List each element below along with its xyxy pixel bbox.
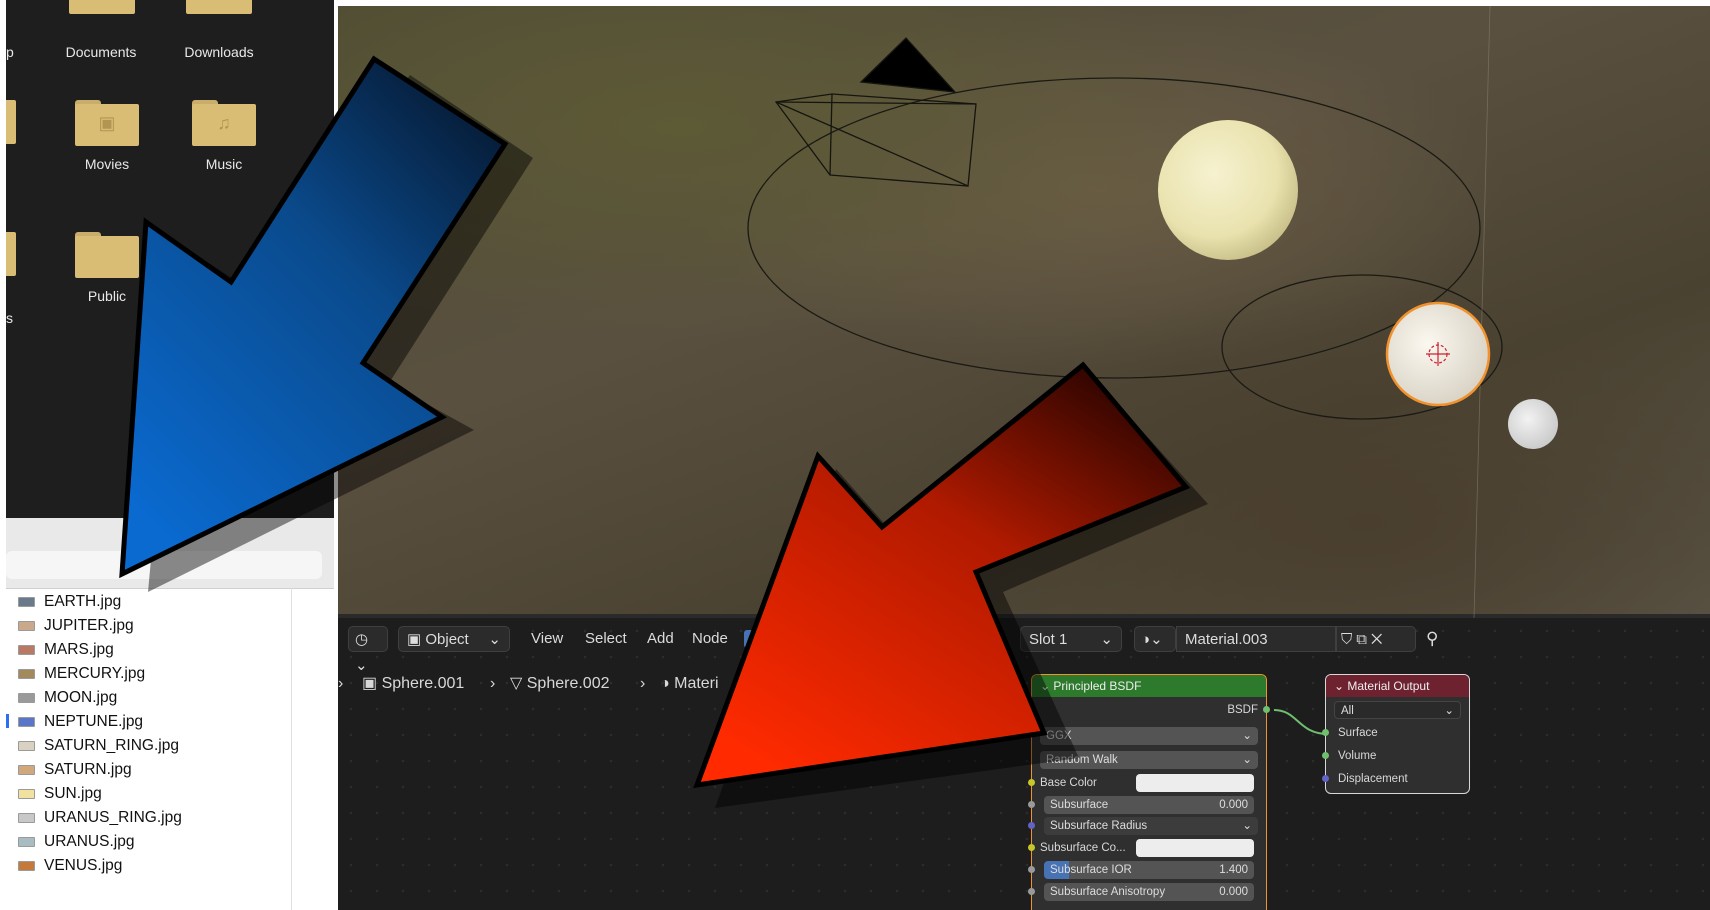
annotation-overlay bbox=[119, 55, 1208, 808]
red-annotation-arrow bbox=[693, 361, 1191, 789]
